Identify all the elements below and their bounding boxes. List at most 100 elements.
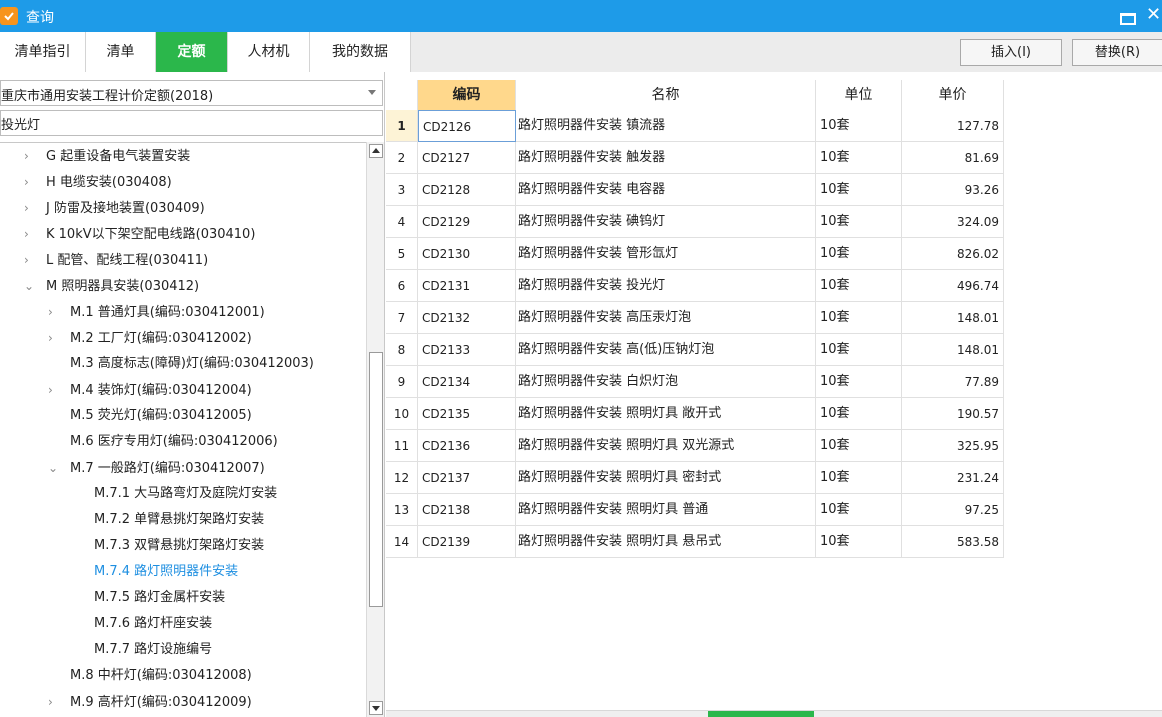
tree-item[interactable]: M.6 医疗专用灯(编码:030412006) [48, 429, 278, 455]
chevron-right-icon[interactable]: › [24, 169, 46, 195]
table-row[interactable]: 6 CD2131 路灯照明器件安装 投光灯 10套 496.74 [386, 270, 1004, 302]
row-index: 7 [386, 302, 418, 334]
tree-item[interactable]: M.3 高度标志(障碍)灯(编码:030412003) [48, 351, 314, 377]
tab-quota[interactable]: 定额 [156, 32, 228, 72]
cell-code: CD2130 [418, 238, 516, 270]
chevron-right-icon[interactable]: › [48, 377, 70, 403]
chevron-right-icon[interactable]: › [48, 689, 70, 715]
scroll-down-icon[interactable] [369, 701, 383, 715]
tree-item[interactable]: ⌄ M.7 一般路灯(编码:030412007) [48, 455, 265, 481]
table-row[interactable]: 5 CD2130 路灯照明器件安装 管形氙灯 10套 826.02 [386, 238, 1004, 270]
chevron-right-icon[interactable]: › [48, 299, 70, 325]
table-row[interactable]: 12 CD2137 路灯照明器件安装 照明灯具 密封式 10套 231.24 [386, 462, 1004, 494]
splitter-bar[interactable] [386, 710, 1162, 717]
chevron-down-icon[interactable]: ⌄ [48, 455, 70, 481]
left-panel: 重庆市通用安装工程计价定额(2018) ›G 起重设备电气装置安装 ›H 电缆安… [0, 72, 385, 717]
row-index: 8 [386, 334, 418, 366]
cell-unit: 10套 [816, 462, 902, 494]
tree-item[interactable]: M.7.6 路灯杆座安装 [72, 611, 212, 637]
tree-item[interactable]: M.7.7 路灯设施编号 [72, 637, 212, 663]
cell-name: 路灯照明器件安装 管形氙灯 [516, 238, 816, 270]
cell-price: 190.57 [902, 398, 1004, 430]
row-index: 10 [386, 398, 418, 430]
tree-item[interactable]: › J 防雷及接地装置(030409) [24, 195, 205, 221]
cell-unit: 10套 [816, 334, 902, 366]
cell-name: 路灯照明器件安装 电容器 [516, 174, 816, 206]
cell-name: 路灯照明器件安装 照明灯具 密封式 [516, 462, 816, 494]
tree-item[interactable]: M.7.2 单臂悬挑灯架路灯安装 [72, 507, 264, 533]
cell-name: 路灯照明器件安装 高(低)压钠灯泡 [516, 334, 816, 366]
cell-code: CD2138 [418, 494, 516, 526]
tree-item[interactable]: › L 配管、配线工程(030411) [24, 247, 208, 273]
tree-item[interactable]: › M.9 高杆灯(编码:030412009) [48, 689, 252, 715]
tree-scrollbar[interactable] [366, 142, 384, 717]
tree-item[interactable]: M.7.5 路灯金属杆安装 [72, 585, 225, 611]
tab-bill-guide[interactable]: 清单指引 [0, 32, 86, 72]
table-row[interactable]: 13 CD2138 路灯照明器件安装 照明灯具 普通 10套 97.25 [386, 494, 1004, 526]
row-index: 14 [386, 526, 418, 558]
replace-button[interactable]: 替换(R) [1072, 39, 1162, 66]
tree-item[interactable]: › M.4 装饰灯(编码:030412004) [48, 377, 252, 403]
row-index: 12 [386, 462, 418, 494]
cell-code: CD2136 [418, 430, 516, 462]
chevron-down-icon[interactable]: ⌄ [24, 273, 46, 299]
table-row[interactable]: 3 CD2128 路灯照明器件安装 电容器 10套 93.26 [386, 174, 1004, 206]
tab-bar: 清单指引 清单 定额 人材机 我的数据 插入(I) 替换(R) [0, 32, 1162, 72]
tree-item[interactable]: › H 电缆安装(030408) [24, 169, 172, 195]
table-row[interactable]: 14 CD2139 路灯照明器件安装 照明灯具 悬吊式 10套 583.58 [386, 526, 1004, 558]
table-row[interactable]: 9 CD2134 路灯照明器件安装 白炽灯泡 10套 77.89 [386, 366, 1004, 398]
splitter-grip[interactable] [708, 711, 814, 717]
row-index: 5 [386, 238, 418, 270]
cell-price: 77.89 [902, 366, 1004, 398]
tree-item[interactable]: M.5 荧光灯(编码:030412005) [48, 403, 252, 429]
chevron-right-icon[interactable]: › [24, 195, 46, 221]
tree-item[interactable]: › M.2 工厂灯(编码:030412002) [48, 325, 252, 351]
tab-labor-material[interactable]: 人材机 [228, 32, 310, 72]
cell-code: CD2132 [418, 302, 516, 334]
tree-item[interactable]: M.7.3 双臂悬挑灯架路灯安装 [72, 533, 264, 559]
table-row[interactable]: 7 CD2132 路灯照明器件安装 高压汞灯泡 10套 148.01 [386, 302, 1004, 334]
chevron-right-icon[interactable]: › [24, 143, 46, 169]
cell-name: 路灯照明器件安装 投光灯 [516, 270, 816, 302]
header-price[interactable]: 单价 [902, 80, 1004, 110]
library-select[interactable]: 重庆市通用安装工程计价定额(2018) [0, 80, 383, 106]
chevron-right-icon[interactable]: › [24, 221, 46, 247]
cell-code: CD2135 [418, 398, 516, 430]
table-row[interactable]: 8 CD2133 路灯照明器件安装 高(低)压钠灯泡 10套 148.01 [386, 334, 1004, 366]
tree-item[interactable]: › M.1 普通灯具(编码:030412001) [48, 299, 265, 325]
cell-name: 路灯照明器件安装 触发器 [516, 142, 816, 174]
table-row[interactable]: 4 CD2129 路灯照明器件安装 碘钨灯 10套 324.09 [386, 206, 1004, 238]
header-unit[interactable]: 单位 [816, 80, 902, 110]
cell-price: 324.09 [902, 206, 1004, 238]
tree-item[interactable]: › K 10kV以下架空配电线路(030410) [24, 221, 255, 247]
row-index: 2 [386, 142, 418, 174]
tab-bill[interactable]: 清单 [86, 32, 156, 72]
cell-price: 148.01 [902, 334, 1004, 366]
scroll-up-icon[interactable] [369, 144, 383, 158]
search-input[interactable] [0, 110, 383, 136]
cell-unit: 10套 [816, 174, 902, 206]
tree-item[interactable]: ⌄ M 照明器具安装(030412) [24, 273, 199, 299]
scrollbar-thumb[interactable] [369, 352, 383, 607]
minimize-icon[interactable] [1118, 8, 1136, 25]
chevron-right-icon[interactable]: › [48, 325, 70, 351]
cell-code: CD2131 [418, 270, 516, 302]
table-row[interactable]: 11 CD2136 路灯照明器件安装 照明灯具 双光源式 10套 325.95 [386, 430, 1004, 462]
table-row[interactable]: 10 CD2135 路灯照明器件安装 照明灯具 敞开式 10套 190.57 [386, 398, 1004, 430]
cell-code: CD2133 [418, 334, 516, 366]
header-name[interactable]: 名称 [516, 80, 816, 110]
cell-unit: 10套 [816, 526, 902, 558]
header-code[interactable]: 编码 [418, 80, 516, 110]
tree-item[interactable]: › G 起重设备电气装置安装 [24, 143, 190, 169]
tree-item[interactable]: M.7.1 大马路弯灯及庭院灯安装 [72, 481, 277, 507]
chevron-right-icon[interactable]: › [24, 247, 46, 273]
tree-item-selected[interactable]: M.7.4 路灯照明器件安装 [72, 559, 238, 585]
tree-item[interactable]: M.8 中杆灯(编码:030412008) [48, 663, 252, 689]
table-row[interactable]: 2 CD2127 路灯照明器件安装 触发器 10套 81.69 [386, 142, 1004, 174]
cell-name: 路灯照明器件安装 照明灯具 悬吊式 [516, 526, 816, 558]
close-icon[interactable]: ✕ [1146, 4, 1161, 25]
row-index: 9 [386, 366, 418, 398]
insert-button[interactable]: 插入(I) [960, 39, 1062, 66]
table-row[interactable]: 1 CD2126 路灯照明器件安装 镇流器 10套 127.78 [386, 110, 1004, 142]
tab-my-data[interactable]: 我的数据 [310, 32, 411, 72]
